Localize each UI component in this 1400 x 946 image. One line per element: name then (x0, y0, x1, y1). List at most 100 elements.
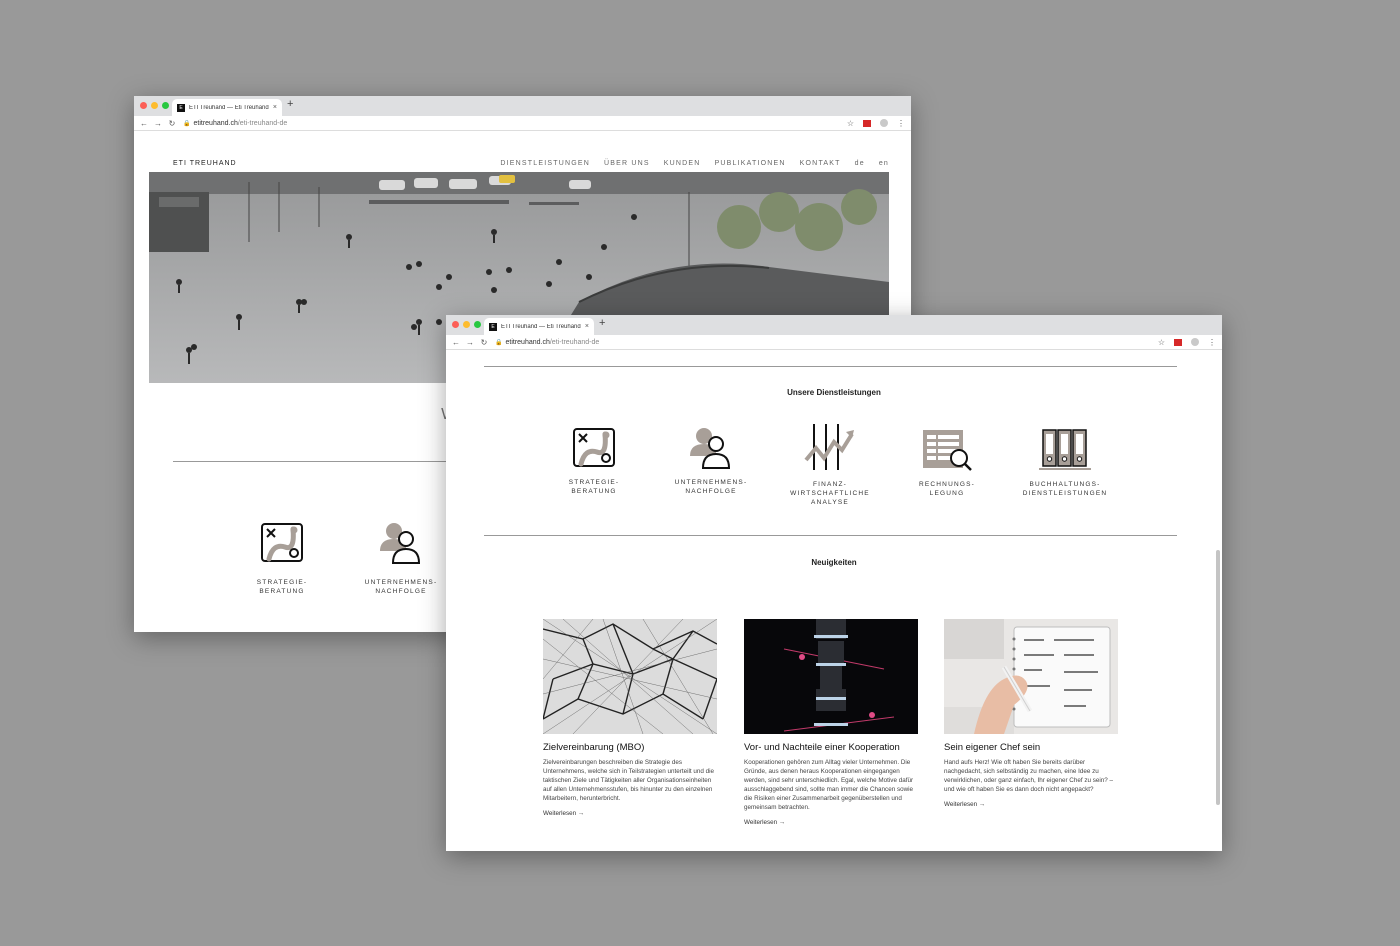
close-window-button[interactable] (140, 102, 147, 109)
url-path: /eti-treuhand-de (237, 119, 288, 127)
nav-dienstleistungen[interactable]: DIENSTLEISTUNGEN (500, 160, 590, 167)
page-content: Unsere Dienstleistungen STRATEGIE- BERATU… (446, 350, 1222, 851)
service-label-line2: NACHFOLGE (375, 588, 427, 595)
nav-ueber-uns[interactable]: ÜBER UNS (604, 160, 650, 167)
tab-title: ETI Treuhand — Eti Treuhand (501, 323, 581, 330)
read-more-link[interactable]: Weiterlesen → (744, 819, 918, 826)
close-window-button[interactable] (452, 321, 459, 328)
url-host: etitreuhand.ch (505, 338, 550, 346)
reload-button[interactable]: ↻ (165, 119, 179, 128)
service-finanzwirtschaftliche-analyse[interactable]: FINANZ- WIRTSCHAFTLICHE ANALYSE (780, 422, 880, 507)
nav-lang-en[interactable]: en (879, 160, 889, 167)
news-excerpt: Hand aufs Herz! Wie oft haben Sie bereit… (944, 759, 1114, 793)
profile-avatar-icon[interactable] (880, 119, 888, 127)
service-label-line2: WIRTSCHAFTLICHE (790, 490, 870, 497)
news-title[interactable]: Zielvereinbarung (MBO) (543, 742, 717, 753)
site-logo[interactable]: ETI TREUHAND (173, 160, 237, 167)
services-heading: Unsere Dienstleistungen (787, 388, 881, 397)
service-label-line2: DIENSTLEISTUNGEN (1022, 490, 1108, 497)
service-unternehmensnachfolge[interactable]: UNTERNEHMENS- NACHFOLGE (661, 426, 761, 496)
favicon-icon: E (177, 103, 185, 112)
lock-icon: 🔒 (495, 339, 503, 346)
bookmark-star-icon[interactable]: ☆ (847, 119, 854, 128)
browser-tab[interactable]: E ETI Treuhand — Eti Treuhand × (172, 99, 282, 116)
succession-person-icon (380, 523, 421, 564)
url-field[interactable]: 🔒 etitreuhand.ch/eti-treuhand-de (183, 120, 847, 127)
service-label-line2: NACHFOLGE (685, 488, 737, 495)
back-button[interactable]: ← (449, 338, 463, 347)
profile-avatar-icon[interactable] (1191, 338, 1199, 346)
news-card-kooperation[interactable]: Vor- und Nachteile einer Kooperation Koo… (744, 619, 918, 826)
divider-middle (484, 535, 1177, 536)
url-path: /eti-treuhand-de (549, 338, 600, 346)
site-header: ETI TREUHAND DIENSTLEISTUNGEN ÜBER UNS K… (173, 156, 889, 170)
tab-title: ETI Treuhand — Eti Treuhand (189, 104, 269, 111)
service-label-line1: RECHNUNGS- (918, 481, 976, 488)
news-title[interactable]: Vor- und Nachteile einer Kooperation (744, 742, 918, 753)
read-more-link[interactable]: Weiterlesen → (944, 801, 1118, 808)
service-label-line1: UNTERNEHMENS- (364, 579, 438, 586)
news-title[interactable]: Sein eigener Chef sein (944, 742, 1118, 753)
close-tab-icon[interactable]: × (273, 104, 277, 111)
read-more-link[interactable]: Weiterlesen → (543, 810, 717, 817)
tab-bar: E ETI Treuhand — Eti Treuhand × + (446, 315, 1222, 335)
maximize-window-button[interactable] (162, 102, 169, 109)
news-image-network[interactable] (543, 619, 717, 734)
forward-button[interactable]: → (151, 119, 165, 128)
back-button[interactable]: ← (137, 119, 151, 128)
nav-publikationen[interactable]: PUBLIKATIONEN (715, 160, 786, 167)
forward-button[interactable]: → (463, 338, 477, 347)
service-label-line2: BERATUNG (571, 488, 617, 495)
main-nav: DIENSTLEISTUNGEN ÜBER UNS KUNDEN PUBLIKA… (500, 160, 889, 167)
reload-button[interactable]: ↻ (477, 338, 491, 347)
news-excerpt: Zielvereinbarungen beschreiben die Strat… (543, 759, 715, 802)
browser-window-front: E ETI Treuhand — Eti Treuhand × + ← → ↻ … (446, 315, 1222, 851)
nav-kontakt[interactable]: KONTAKT (800, 160, 841, 167)
url-host: etitreuhand.ch (193, 119, 238, 127)
page-scrollbar[interactable] (1216, 550, 1220, 805)
maximize-window-button[interactable] (474, 321, 481, 328)
browser-tab[interactable]: E ETI Treuhand — Eti Treuhand × (484, 318, 594, 335)
news-card-zielvereinbarung[interactable]: Zielvereinbarung (MBO) Zielvereinbarunge… (543, 619, 717, 817)
nav-kunden[interactable]: KUNDEN (664, 160, 701, 167)
minimize-window-button[interactable] (151, 102, 158, 109)
finance-chart-icon (804, 424, 854, 470)
service-label-line2: BERATUNG (259, 588, 305, 595)
lock-icon: 🔒 (183, 120, 191, 127)
strategy-map-icon (573, 428, 615, 467)
service-label-line1: FINANZ- (812, 481, 848, 488)
new-tab-button[interactable]: + (287, 98, 293, 110)
favicon-icon: E (489, 322, 497, 331)
strategy-map-icon (261, 523, 303, 562)
extension-icon[interactable] (863, 119, 871, 127)
news-card-eigener-chef[interactable]: Sein eigener Chef sein Hand aufs Herz! W… (944, 619, 1118, 808)
window-controls (452, 321, 481, 328)
service-rechnungslegung[interactable]: RECHNUNGS- LEGUNG (897, 428, 997, 498)
service-label-line2: LEGUNG (929, 490, 965, 497)
service-strategieberatung[interactable]: STRATEGIE- BERATUNG (237, 521, 327, 596)
divider-top (484, 366, 1177, 367)
ledger-magnifier-icon (923, 430, 972, 471)
bookmark-star-icon[interactable]: ☆ (1158, 338, 1165, 347)
minimize-window-button[interactable] (463, 321, 470, 328)
extension-icon[interactable] (1174, 338, 1182, 346)
service-strategieberatung[interactable]: STRATEGIE- BERATUNG (544, 426, 644, 496)
service-label-line1: UNTERNEHMENS- (674, 479, 748, 486)
service-label-line3: ANALYSE (811, 499, 849, 506)
service-label-line1: BUCHHALTUNGS- (1029, 481, 1101, 488)
news-image-cooperation[interactable] (744, 619, 918, 734)
window-controls (140, 102, 169, 109)
succession-person-icon (690, 428, 731, 469)
nav-lang-de[interactable]: de (855, 160, 865, 167)
browser-menu-icon[interactable]: ⋮ (1208, 338, 1216, 347)
service-buchhaltungsdienstleistungen[interactable]: BUCHHALTUNGS- DIENSTLEISTUNGEN (1015, 428, 1115, 498)
news-heading: Neuigkeiten (811, 558, 857, 567)
close-tab-icon[interactable]: × (585, 323, 589, 330)
news-image-notebook[interactable] (944, 619, 1118, 734)
service-unternehmensnachfolge[interactable]: UNTERNEHMENS- NACHFOLGE (356, 521, 446, 596)
browser-menu-icon[interactable]: ⋮ (897, 119, 905, 128)
service-label-line1: STRATEGIE- (256, 579, 308, 586)
new-tab-button[interactable]: + (599, 317, 605, 329)
url-field[interactable]: 🔒 etitreuhand.ch/eti-treuhand-de (495, 339, 1158, 346)
address-bar: ← → ↻ 🔒 etitreuhand.ch/eti-treuhand-de ☆… (134, 116, 911, 131)
